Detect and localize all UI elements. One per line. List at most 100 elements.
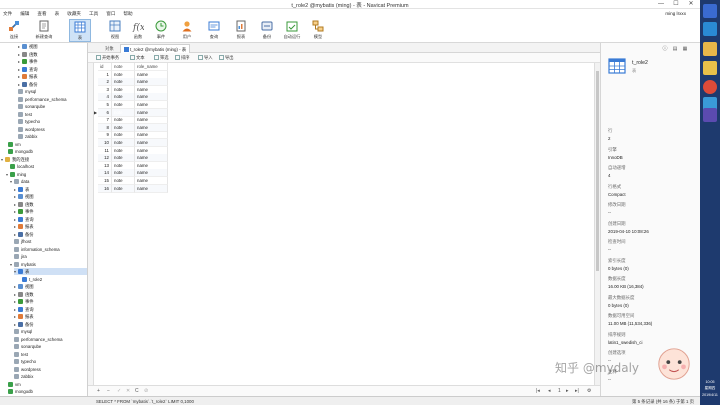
maximize-button[interactable]: ☐ [669, 0, 683, 9]
tab-table-t-role2[interactable]: t_role2 @mybatis (ming) - 表 [120, 44, 191, 53]
toolbar-user-button[interactable]: 用户 [176, 19, 198, 42]
tree-node[interactable]: ▸ 查询 [18, 66, 38, 73]
tree-node[interactable]: zabbix [10, 373, 33, 380]
delete-record-button[interactable]: − [107, 387, 110, 396]
clock-date[interactable]: 2019/4/11 [700, 393, 720, 398]
import-button[interactable]: 导入 [198, 54, 213, 62]
tree-node[interactable]: vm [4, 381, 21, 388]
tree-node[interactable]: ▸ 查询 [14, 306, 34, 313]
tab-objects[interactable]: 对象 [102, 44, 117, 53]
scrollbar-thumb[interactable] [596, 71, 599, 271]
tree-node[interactable]: mysql [14, 88, 36, 95]
settings-app-icon[interactable] [703, 108, 717, 122]
menu-window[interactable]: 窗口 [106, 9, 115, 18]
tree-node[interactable]: wordpress [10, 366, 41, 373]
clock-day[interactable]: 星期四 [700, 386, 720, 391]
tree-node[interactable]: performance_schema [10, 336, 63, 343]
tree-node[interactable]: ▾ data [10, 178, 29, 185]
tree-node[interactable]: mysql [10, 328, 32, 335]
begin-transaction-button[interactable]: 开始事务 [96, 54, 119, 62]
tree-node[interactable]: jfhost [10, 238, 31, 245]
tree-node[interactable]: jira [10, 253, 27, 260]
chrome-icon[interactable] [703, 80, 717, 94]
tree-node[interactable]: ▾ ming [6, 171, 26, 178]
toolbar-event-button[interactable]: 事件 [150, 19, 172, 42]
filter-button[interactable]: 筛选 [154, 54, 169, 62]
tree-node[interactable]: t_role2 [18, 276, 42, 283]
discard-button[interactable]: ✕ [126, 387, 130, 396]
tree-node[interactable]: mongodb [4, 388, 33, 395]
toolbar-connection-button[interactable]: 连接 [3, 19, 25, 42]
settings-icon[interactable]: ⚙ [587, 387, 591, 396]
first-page-icon[interactable]: |◂ [536, 387, 540, 396]
stop-button[interactable]: ⊘ [144, 387, 148, 396]
tree-node[interactable]: ▸ 报表 [14, 313, 34, 320]
toolbar-function-button[interactable]: f(x) 函数 [127, 19, 149, 42]
last-page-icon[interactable]: ▸| [575, 387, 579, 396]
menu-tools[interactable]: 工具 [89, 9, 98, 18]
tree-node[interactable]: ▾ 表 [14, 268, 87, 275]
user-label[interactable]: ming lrxxx [665, 9, 686, 18]
info-icon[interactable]: ⓘ [661, 45, 669, 53]
tree-node[interactable]: ▸ 查询 [14, 216, 34, 223]
toolbar-report-button[interactable]: 报表 [230, 19, 252, 42]
menu-file[interactable]: 文件 [3, 9, 12, 18]
toolbar-view-button[interactable]: 视图 [104, 19, 126, 42]
file-explorer-icon[interactable] [703, 42, 717, 56]
preview-icon[interactable]: ▦ [681, 45, 689, 53]
menu-view[interactable]: 查看 [37, 9, 46, 18]
clock-time[interactable]: 10:05 [700, 380, 720, 385]
tree-node[interactable]: ▾ 我的连接 [1, 156, 29, 163]
page-number[interactable]: 1 [558, 387, 561, 396]
tree-node[interactable]: information_schema [10, 246, 60, 253]
tree-node[interactable]: ▸ 函数 [14, 201, 34, 208]
windows-icon[interactable] [703, 22, 717, 36]
tree-node[interactable]: wordpress [14, 126, 45, 133]
tree-node[interactable]: typecho [14, 118, 40, 125]
toolbar-table-button[interactable]: 表 [69, 19, 91, 42]
tree-node[interactable]: ▸ 报表 [14, 223, 34, 230]
tree-node[interactable]: ▸ 报表 [18, 73, 38, 80]
tree-node[interactable]: ▸ 备份 [14, 321, 34, 328]
apply-button[interactable]: ✓ [117, 387, 121, 396]
grid-cell[interactable]: 16 [98, 184, 112, 193]
grid-cell[interactable]: note [112, 184, 135, 193]
tree-node[interactable]: ▾ mybatis [10, 261, 36, 268]
refresh-button[interactable]: C [135, 387, 139, 396]
toolbar-new-query-button[interactable]: 新建查询 [33, 19, 55, 42]
tree-node[interactable]: mongodb [4, 148, 33, 155]
folder-icon[interactable] [703, 61, 717, 75]
tree-node[interactable]: performance_schema [14, 96, 67, 103]
menu-help[interactable]: 帮助 [123, 9, 132, 18]
toolbar-query-button[interactable]: 查询 [203, 19, 225, 42]
menu-favorites[interactable]: 收藏夹 [67, 9, 81, 18]
minimize-button[interactable]: — [654, 0, 668, 9]
sort-button[interactable]: 排序 [175, 54, 190, 62]
prev-page-icon[interactable]: ◂ [548, 387, 551, 396]
tree-node[interactable]: sonarqube [14, 103, 45, 110]
tree-node[interactable]: localhost [6, 163, 34, 170]
tree-node[interactable]: ▸ 表 [14, 186, 29, 193]
tree-node[interactable]: ▸ 事件 [14, 298, 34, 305]
next-page-icon[interactable]: ▸ [566, 387, 569, 396]
export-button[interactable]: 导出 [219, 54, 234, 62]
tree-node[interactable]: ▸ 函数 [14, 291, 34, 298]
text-button[interactable]: 文本 [130, 54, 145, 62]
menu-edit[interactable]: 编辑 [20, 9, 29, 18]
tree-node[interactable]: ▸ 视图 [14, 193, 34, 200]
tree-node[interactable]: ▸ 备份 [14, 231, 34, 238]
toolbar-automation-button[interactable]: 自动运行 [281, 19, 303, 42]
task-view-icon[interactable] [703, 4, 717, 18]
tree-node[interactable]: ▸ 函数 [18, 51, 38, 58]
toolbar-backup-button[interactable]: 备份 [256, 19, 278, 42]
tree-node[interactable]: typecho [10, 358, 36, 365]
tree-node[interactable]: test [14, 111, 32, 118]
close-button[interactable]: ✕ [684, 0, 698, 9]
tree-node[interactable]: test [10, 351, 28, 358]
tree-node[interactable]: zabbix [14, 133, 37, 140]
grid-cell[interactable]: name [135, 184, 168, 193]
tree-node[interactable]: ▸ 视图 [18, 43, 38, 50]
tree-node[interactable]: ▸ 视图 [14, 283, 34, 290]
tree-node[interactable]: vm [4, 141, 21, 148]
add-record-button[interactable]: + [97, 387, 100, 396]
